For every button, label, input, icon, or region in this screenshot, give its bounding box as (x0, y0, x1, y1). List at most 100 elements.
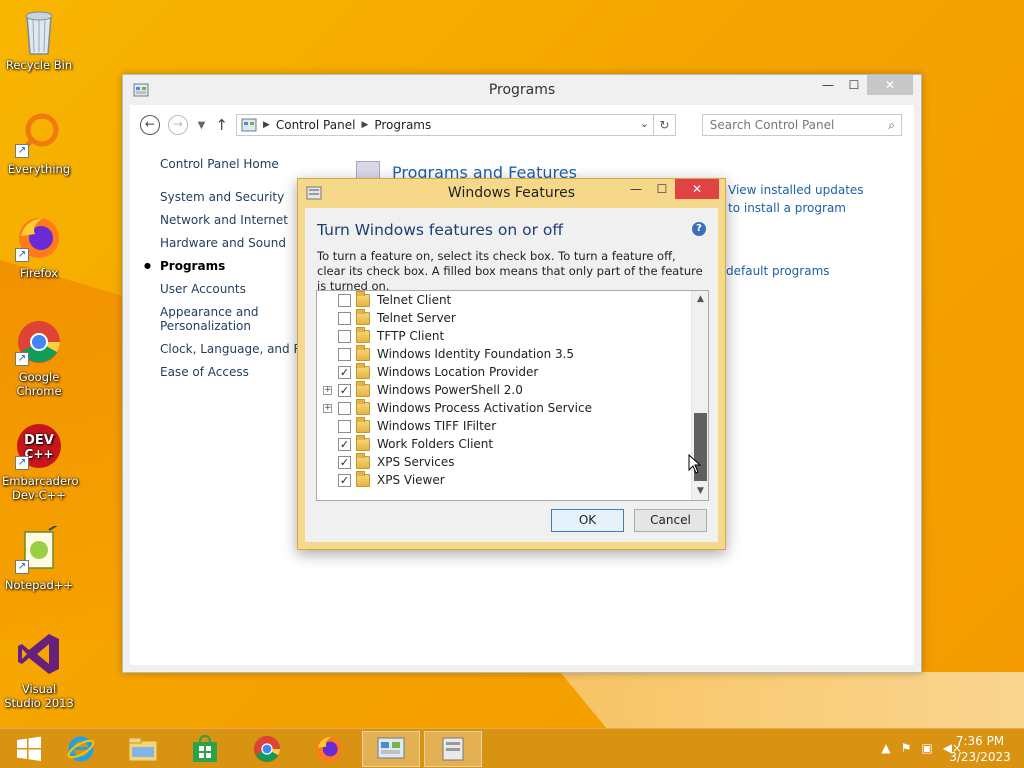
feature-tree[interactable]: Telnet Client Telnet Server TFTP Client Win… (316, 290, 709, 501)
feature-checkbox[interactable]: ✓ (338, 365, 351, 379)
install-program-link[interactable]: to install a program (728, 201, 846, 215)
minimize-button[interactable]: — (815, 75, 841, 95)
feature-item[interactable]: ✓ Windows Location Provider (317, 362, 538, 381)
feature-item[interactable]: ✓ XPS Viewer (317, 470, 445, 489)
feature-checkbox[interactable] (338, 311, 351, 325)
feature-label: Telnet Server (377, 311, 456, 325)
taskbar-internet-explorer[interactable] (52, 731, 110, 767)
chevron-down-icon[interactable]: ⌄ (640, 117, 649, 130)
folder-icon (356, 398, 370, 415)
taskbar-firefox[interactable] (300, 731, 358, 767)
nav-appearance-and-personalization[interactable]: Appearance and Personalization (160, 305, 270, 333)
network-icon[interactable]: ▣ (921, 741, 932, 755)
expand-plus-icon[interactable]: + (323, 403, 332, 413)
taskbar-control-panel[interactable] (362, 731, 420, 767)
default-programs-link[interactable]: default programs (726, 264, 830, 278)
window-titlebar[interactable]: Programs — ☐ ✕ (123, 75, 921, 105)
show-hidden-icons-icon[interactable]: ▲ (881, 741, 890, 755)
clock-time: 7:36 PM (955, 734, 1005, 748)
maximize-button[interactable]: ☐ (841, 75, 867, 95)
clock[interactable]: 7:36 PM 3/23/2023 (944, 733, 1016, 765)
ok-button[interactable]: OK (551, 509, 624, 532)
taskbar-chrome[interactable] (238, 731, 296, 767)
desktop-icon-firefox[interactable]: ↗ Firefox (2, 214, 76, 280)
breadcrumb-separator-icon: ▶ (361, 120, 369, 130)
feature-checkbox[interactable]: ✓ (338, 383, 351, 397)
search-placeholder: Search Control Panel (709, 118, 835, 132)
folder-icon (356, 434, 370, 451)
folder-icon (356, 362, 370, 379)
feature-label: XPS Services (377, 455, 455, 469)
feature-item[interactable]: + Windows Process Activation Service (317, 398, 592, 417)
desktop-icon-label: Recycle Bin (5, 58, 73, 72)
desktop-icon-notepadpp[interactable]: ↗ Notepad++ (2, 523, 76, 592)
feature-item[interactable]: ✓ Work Folders Client (317, 434, 493, 453)
feature-item[interactable]: TFTP Client (317, 326, 444, 345)
store-icon (193, 734, 217, 762)
taskbar-store[interactable] (176, 731, 234, 767)
feature-checkbox[interactable] (338, 419, 351, 433)
desktop-icon-recycle-bin[interactable]: Recycle Bin (2, 6, 76, 72)
feature-checkbox[interactable]: ✓ (338, 473, 351, 487)
cancel-button[interactable]: Cancel (634, 509, 707, 532)
start-button[interactable] (0, 731, 58, 767)
breadcrumb-programs[interactable]: Programs (374, 118, 431, 132)
notepadpp-icon: ↗ (15, 523, 63, 574)
feature-item[interactable]: Windows TIFF IFilter (317, 416, 496, 435)
dialog-description: To turn a feature on, select its check b… (317, 249, 703, 293)
refresh-button[interactable]: ↻ (653, 114, 676, 136)
shortcut-arrow-icon: ↗ (15, 456, 29, 470)
back-button[interactable]: ← (140, 115, 160, 135)
dialog-titlebar[interactable]: Windows Features — ☐ ✕ (298, 179, 725, 207)
breadcrumb-control-panel[interactable]: Control Panel (276, 118, 356, 132)
feature-checkbox[interactable] (338, 401, 351, 415)
control-panel-icon (241, 118, 257, 132)
search-input[interactable]: Search Control Panel ⌕ (701, 114, 902, 136)
desktop-icon-everything[interactable]: ↗ Everything (2, 110, 76, 176)
feature-item[interactable]: + ✓ Windows PowerShell 2.0 (317, 380, 523, 399)
feature-checkbox[interactable]: ✓ (338, 437, 351, 451)
feature-checkbox[interactable] (338, 329, 351, 343)
dialog-body: Turn Windows features on or off ? To tur… (305, 208, 718, 542)
desktop-icon-label: Google Chrome (16, 370, 62, 398)
close-button[interactable]: ✕ (675, 179, 719, 199)
scroll-down-icon[interactable]: ▼ (692, 483, 708, 500)
taskbar-windows-features[interactable] (424, 731, 482, 767)
desktop-icon-label: Everything (7, 162, 71, 176)
up-button[interactable]: ↑ (215, 116, 228, 134)
feature-label: Windows Process Activation Service (377, 401, 592, 415)
address-bar[interactable]: ▶ Control Panel ▶ Programs ⌄ (235, 114, 654, 136)
feature-item[interactable]: Telnet Server (317, 308, 456, 327)
nav-control-panel-home[interactable]: Control Panel Home (160, 157, 360, 171)
help-icon[interactable]: ? (692, 222, 706, 236)
firefox-icon (316, 736, 342, 762)
taskbar-file-explorer[interactable] (114, 731, 172, 767)
recent-locations-dropdown[interactable]: ▼ (198, 120, 206, 131)
desktop-icon-devcpp[interactable]: DEV C++ ↗ Embarcadero Dev-C++ (2, 422, 79, 502)
feature-checkbox[interactable] (338, 347, 351, 361)
feature-item[interactable]: Telnet Client (317, 291, 451, 309)
forward-button[interactable]: → (167, 115, 188, 135)
mouse-cursor-icon (688, 454, 702, 474)
desktop-icon-visual-studio[interactable]: Visual Studio 2013 (2, 630, 76, 710)
action-center-flag-icon[interactable]: ⚑ (901, 741, 912, 755)
file-explorer-icon (128, 737, 158, 762)
minimize-button[interactable]: — (623, 179, 649, 199)
scroll-up-icon[interactable]: ▲ (692, 291, 708, 308)
view-installed-updates-link[interactable]: View installed updates (728, 183, 864, 197)
shortcut-arrow-icon: ↗ (15, 352, 29, 366)
feature-checkbox[interactable] (338, 293, 351, 307)
feature-item[interactable]: ✓ XPS Services (317, 452, 455, 471)
close-button[interactable]: ✕ (867, 75, 913, 95)
desktop-icon-chrome[interactable]: ↗ Google Chrome (2, 318, 76, 398)
breadcrumb-separator-icon: ▶ (262, 120, 270, 130)
expand-plus-icon[interactable]: + (323, 385, 332, 395)
maximize-button[interactable]: ☐ (649, 179, 675, 199)
feature-item[interactable]: Windows Identity Foundation 3.5 (317, 344, 574, 363)
feature-checkbox[interactable]: ✓ (338, 455, 351, 469)
shortcut-arrow-icon: ↗ (15, 144, 29, 158)
